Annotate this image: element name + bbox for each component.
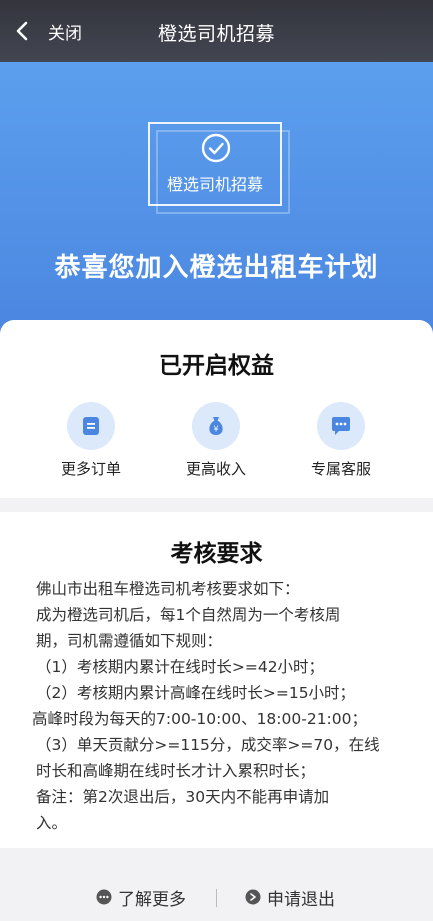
recruit-badge: 橙选司机招募 [148, 122, 282, 206]
benefit-more-orders[interactable]: 更多订单 [41, 402, 141, 479]
more-dots-icon [96, 889, 112, 905]
svg-text:¥: ¥ [213, 425, 218, 434]
requirements-card: 考核要求 佛山市出租车橙选司机考核要求如下： 成为橙选司机后，每1个自然周为一个… [0, 512, 433, 848]
order-icon [83, 417, 99, 435]
benefit-label: 更多订单 [60, 460, 121, 478]
hero-banner: 橙选司机招募 恭喜您加入橙选出租车计划 [0, 62, 433, 337]
benefit-dedicated-service[interactable]: 专属客服 [291, 402, 391, 479]
benefits-card: 已开启权益 更多订单 ¥ 更高收入 专属客服 [0, 320, 433, 498]
chat-icon [332, 417, 350, 435]
learn-more-button[interactable]: 了解更多 [96, 882, 186, 912]
learn-more-label: 了解更多 [118, 889, 186, 910]
exit-icon [245, 889, 261, 905]
footer-divider [216, 889, 217, 907]
money-bag-icon: ¥ [209, 417, 223, 435]
requirement-line: 成为橙选司机后，每1个自然周为一个考核周 [36, 606, 341, 624]
requirements-text: 佛山市出租车橙选司机考核要求如下： 成为橙选司机后，每1个自然周为一个考核周 期… [32, 576, 408, 836]
requirements-title: 考核要求 [170, 541, 263, 567]
apply-exit-button[interactable]: 申请退出 [245, 882, 335, 912]
footer-bar: 了解更多 申请退出 [0, 848, 433, 921]
nav-bar: 关闭 橙选司机招募 [0, 0, 433, 62]
benefits-title: 已开启权益 [159, 353, 274, 379]
badge-label: 橙选司机招募 [166, 175, 263, 194]
requirement-line: 佛山市出租车橙选司机考核要求如下： [36, 580, 300, 598]
page-title: 橙选司机招募 [157, 23, 275, 45]
requirement-line: 备注：第2次退出后，30天内不能再申请加 [36, 788, 330, 806]
requirement-line: 时长和高峰期在线时长才计入累积时长； [36, 762, 316, 780]
section-gap [0, 498, 433, 512]
benefit-label: 专属客服 [310, 460, 371, 478]
requirement-line: （2）考核期内累计高峰在线时长>=15小时； [36, 684, 356, 702]
hero-title: 恭喜您加入橙选出租车计划 [54, 253, 379, 283]
benefit-higher-income[interactable]: ¥ 更高收入 [166, 402, 266, 479]
requirement-line: 期，司机需遵循如下规则： [36, 632, 223, 650]
check-circle-icon [201, 133, 231, 163]
requirement-line: 入。 [36, 814, 68, 832]
benefit-label: 更高收入 [185, 460, 246, 478]
requirement-line: 高峰时段为每天的7:00-10:00、18:00-21:00； [32, 710, 367, 728]
apply-exit-label: 申请退出 [267, 889, 335, 910]
requirement-line: （3）单天贡献分>=115分，成交率>=70，在线 [36, 736, 380, 754]
requirement-line: （1）考核期内累计在线时长>=42小时； [36, 658, 325, 676]
